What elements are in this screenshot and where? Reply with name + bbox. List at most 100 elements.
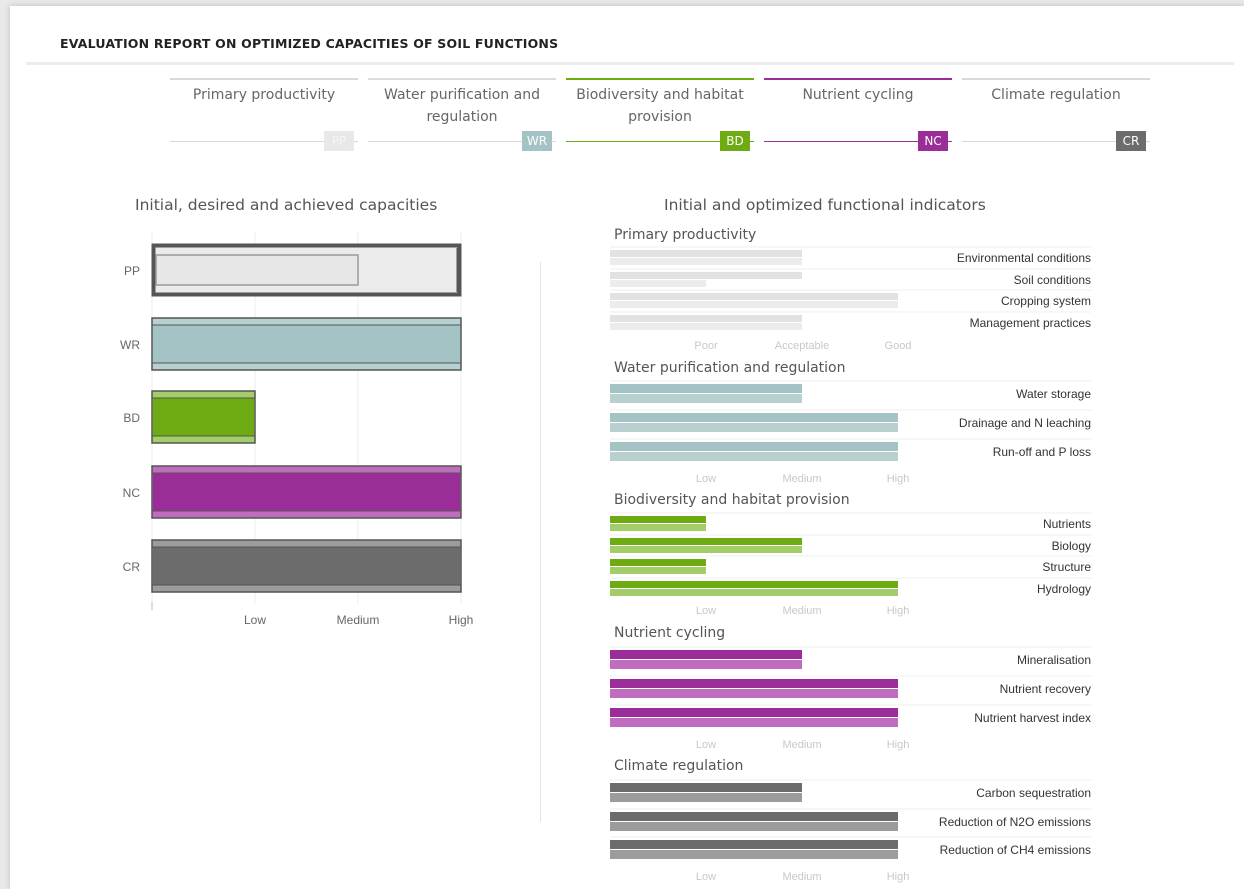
indicator-tick-label: Poor [694, 340, 718, 352]
indicator-bar-optimized [610, 323, 802, 330]
x-tick-label: High [449, 613, 474, 627]
indicator-label: Reduction of CH4 emissions [940, 843, 1091, 857]
function-name: Water purification and regulation [384, 87, 540, 125]
function-tab-pp[interactable]: Primary productivity PP [170, 78, 358, 151]
capacity-bar-achieved [153, 325, 460, 363]
indicator-bar-initial [610, 783, 802, 792]
function-name: Nutrient cycling [802, 87, 914, 103]
function-name: Primary productivity [192, 87, 336, 103]
indicator-label: Environmental conditions [957, 251, 1091, 265]
indicator-tick-label: Low [696, 605, 716, 617]
indicator-label: Water storage [1016, 387, 1091, 401]
capacity-category-label: WR [120, 338, 140, 352]
capacity-bar-achieved [153, 547, 460, 585]
capacity-bar-achieved [153, 398, 254, 436]
indicator-bar-optimized [610, 258, 802, 265]
indicator-tick-label: Medium [782, 473, 821, 485]
indicator-bar-optimized [610, 718, 898, 727]
indicator-label: Nutrient recovery [1000, 682, 1091, 696]
indicator-group-title: Primary productivity [614, 227, 756, 243]
indicator-bar-initial [610, 250, 802, 257]
indicator-label: Nutrients [1043, 517, 1091, 531]
indicator-label: Carbon sequestration [976, 786, 1091, 800]
indicator-bar-optimized [610, 524, 706, 531]
indicator-bar-initial [610, 315, 802, 322]
indicator-tick-label: Medium [782, 871, 821, 883]
indicator-bar-optimized [610, 660, 802, 669]
title-divider [26, 62, 1234, 65]
function-name: Biodiversity and habitat provision [576, 87, 744, 125]
indicator-group-title: Water purification and regulation [614, 360, 846, 376]
function-code-badge: PP [324, 131, 354, 151]
indicator-tick-label: Low [696, 871, 716, 883]
indicator-bar-initial [610, 442, 898, 451]
indicator-label: Soil conditions [1014, 273, 1091, 287]
function-tab-nc[interactable]: Nutrient cycling NC [764, 78, 952, 151]
function-top-line [170, 78, 358, 80]
capacity-category-label: CR [123, 560, 141, 574]
indicator-bar-optimized [610, 301, 898, 308]
function-top-line [764, 78, 952, 80]
indicator-bar-optimized [610, 689, 898, 698]
capacity-category-label: BD [123, 411, 140, 425]
indicator-bar-optimized [610, 394, 802, 403]
indicator-bar-optimized [610, 822, 898, 831]
indicators-chart-title: Initial and optimized functional indicat… [664, 196, 986, 214]
indicator-bar-initial [610, 581, 898, 588]
indicator-bar-optimized [610, 423, 898, 432]
capacity-category-label: NC [123, 486, 141, 500]
indicator-label: Cropping system [1001, 294, 1091, 308]
indicator-label: Reduction of N2O emissions [939, 815, 1091, 829]
function-code-badge: BD [720, 131, 750, 151]
indicator-bar-initial [610, 516, 706, 523]
indicator-label: Mineralisation [1017, 653, 1091, 667]
indicator-bar-initial [610, 812, 898, 821]
indicator-tick-label: High [887, 871, 910, 883]
function-top-line [368, 78, 556, 80]
indicator-label: Run-off and P loss [993, 445, 1091, 459]
capacity-bar-achieved [153, 473, 460, 511]
indicators-chart: Primary productivity Environmental condit… [610, 227, 1091, 883]
capacity-bar-initial [155, 254, 359, 286]
indicator-label: Drainage and N leaching [959, 416, 1091, 430]
indicator-bar-initial [610, 272, 802, 279]
panel-divider [540, 262, 541, 822]
function-code-badge: CR [1116, 131, 1146, 151]
capacity-category-label: PP [124, 264, 140, 278]
indicator-bar-optimized [610, 567, 706, 574]
indicator-group-title: Nutrient cycling [614, 625, 725, 641]
indicator-group-title: Biodiversity and habitat provision [614, 492, 850, 508]
indicator-tick-label: Low [696, 473, 716, 485]
indicator-bar-optimized [610, 280, 706, 287]
indicator-bar-initial [610, 650, 802, 659]
indicator-tick-label: High [887, 605, 910, 617]
indicator-label: Management practices [970, 316, 1091, 330]
indicator-bar-optimized [610, 452, 898, 461]
function-top-line [566, 78, 754, 80]
indicator-bar-optimized [610, 850, 898, 859]
x-tick-label: Low [244, 613, 266, 627]
indicator-bar-initial [610, 840, 898, 849]
indicator-tick-label: High [887, 473, 910, 485]
indicator-tick-label: High [887, 739, 910, 751]
indicator-bar-initial [610, 559, 706, 566]
indicator-tick-label: Acceptable [775, 340, 829, 352]
indicator-label: Structure [1042, 560, 1091, 574]
function-tab-wr[interactable]: Water purification and regulation WR [368, 78, 556, 151]
indicator-tick-label: Medium [782, 739, 821, 751]
indicator-bar-optimized [610, 589, 898, 596]
indicator-bar-initial [610, 413, 898, 422]
indicator-group-title: Climate regulation [614, 758, 743, 774]
indicator-label: Biology [1052, 539, 1091, 553]
indicator-bar-optimized [610, 793, 802, 802]
function-tab-bd[interactable]: Biodiversity and habitat provision BD [566, 78, 754, 151]
indicator-tick-label: Medium [782, 605, 821, 617]
function-tab-cr[interactable]: Climate regulation CR [962, 78, 1150, 151]
capacities-chart-title: Initial, desired and achieved capacities [135, 196, 438, 214]
function-code-badge: NC [918, 131, 948, 151]
indicator-label: Nutrient harvest index [974, 711, 1091, 725]
indicator-bar-optimized [610, 546, 802, 553]
function-top-line [962, 78, 1150, 80]
indicator-bar-initial [610, 384, 802, 393]
indicator-bar-initial [610, 708, 898, 717]
